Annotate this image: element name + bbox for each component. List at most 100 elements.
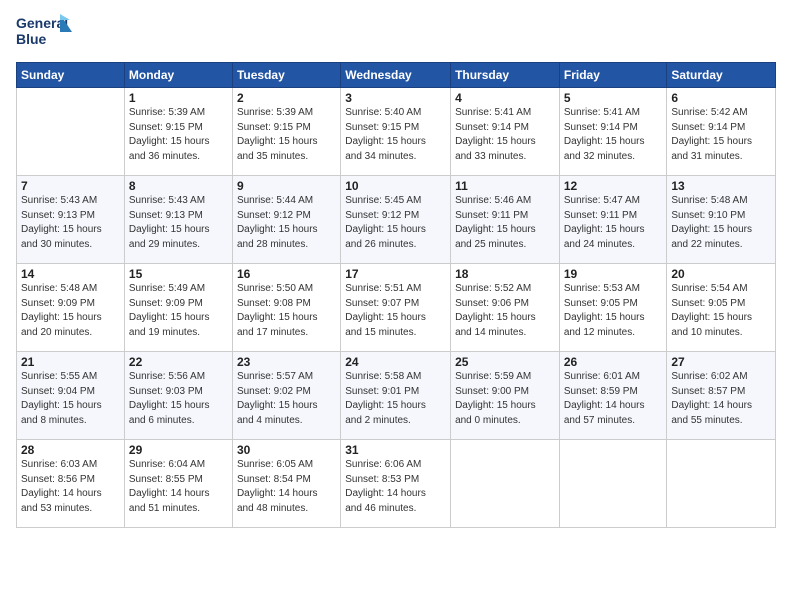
calendar-cell: 22Sunrise: 5:56 AM Sunset: 9:03 PM Dayli… xyxy=(124,352,232,440)
week-row-3: 14Sunrise: 5:48 AM Sunset: 9:09 PM Dayli… xyxy=(17,264,776,352)
day-info: Sunrise: 5:44 AM Sunset: 9:12 PM Dayligh… xyxy=(237,194,336,252)
week-row-2: 7Sunrise: 5:43 AM Sunset: 9:13 PM Daylig… xyxy=(17,176,776,264)
day-info: Sunrise: 5:39 AM Sunset: 9:15 PM Dayligh… xyxy=(237,106,336,164)
calendar-cell: 8Sunrise: 5:43 AM Sunset: 9:13 PM Daylig… xyxy=(124,176,232,264)
day-number: 1 xyxy=(129,91,228,105)
day-info: Sunrise: 5:50 AM Sunset: 9:08 PM Dayligh… xyxy=(237,282,336,340)
calendar-cell: 4Sunrise: 5:41 AM Sunset: 9:14 PM Daylig… xyxy=(451,88,560,176)
day-number: 4 xyxy=(455,91,555,105)
calendar-cell: 29Sunrise: 6:04 AM Sunset: 8:55 PM Dayli… xyxy=(124,440,232,528)
day-number: 26 xyxy=(564,355,663,369)
calendar-cell: 16Sunrise: 5:50 AM Sunset: 9:08 PM Dayli… xyxy=(232,264,340,352)
calendar-cell xyxy=(451,440,560,528)
day-number: 24 xyxy=(345,355,446,369)
day-number: 11 xyxy=(455,179,555,193)
day-info: Sunrise: 5:40 AM Sunset: 9:15 PM Dayligh… xyxy=(345,106,446,164)
day-info: Sunrise: 5:42 AM Sunset: 9:14 PM Dayligh… xyxy=(671,106,771,164)
day-number: 13 xyxy=(671,179,771,193)
day-header-thursday: Thursday xyxy=(451,63,560,88)
day-number: 25 xyxy=(455,355,555,369)
day-number: 14 xyxy=(21,267,120,281)
calendar-cell: 17Sunrise: 5:51 AM Sunset: 9:07 PM Dayli… xyxy=(341,264,451,352)
calendar-cell: 24Sunrise: 5:58 AM Sunset: 9:01 PM Dayli… xyxy=(341,352,451,440)
logo: GeneralBlue xyxy=(16,12,76,54)
day-info: Sunrise: 5:58 AM Sunset: 9:01 PM Dayligh… xyxy=(345,370,446,428)
day-info: Sunrise: 5:51 AM Sunset: 9:07 PM Dayligh… xyxy=(345,282,446,340)
svg-text:Blue: Blue xyxy=(16,31,47,47)
day-header-tuesday: Tuesday xyxy=(232,63,340,88)
day-info: Sunrise: 5:54 AM Sunset: 9:05 PM Dayligh… xyxy=(671,282,771,340)
week-row-4: 21Sunrise: 5:55 AM Sunset: 9:04 PM Dayli… xyxy=(17,352,776,440)
day-info: Sunrise: 6:01 AM Sunset: 8:59 PM Dayligh… xyxy=(564,370,663,428)
day-header-saturday: Saturday xyxy=(667,63,776,88)
calendar-cell: 15Sunrise: 5:49 AM Sunset: 9:09 PM Dayli… xyxy=(124,264,232,352)
day-info: Sunrise: 6:05 AM Sunset: 8:54 PM Dayligh… xyxy=(237,458,336,516)
day-info: Sunrise: 6:04 AM Sunset: 8:55 PM Dayligh… xyxy=(129,458,228,516)
logo-icon: GeneralBlue xyxy=(16,12,76,54)
day-number: 19 xyxy=(564,267,663,281)
day-number: 23 xyxy=(237,355,336,369)
day-info: Sunrise: 5:47 AM Sunset: 9:11 PM Dayligh… xyxy=(564,194,663,252)
day-number: 7 xyxy=(21,179,120,193)
calendar-cell xyxy=(559,440,667,528)
day-info: Sunrise: 5:52 AM Sunset: 9:06 PM Dayligh… xyxy=(455,282,555,340)
calendar-table: SundayMondayTuesdayWednesdayThursdayFrid… xyxy=(16,62,776,528)
day-number: 12 xyxy=(564,179,663,193)
day-info: Sunrise: 6:06 AM Sunset: 8:53 PM Dayligh… xyxy=(345,458,446,516)
day-info: Sunrise: 5:41 AM Sunset: 9:14 PM Dayligh… xyxy=(455,106,555,164)
day-header-monday: Monday xyxy=(124,63,232,88)
calendar-cell: 28Sunrise: 6:03 AM Sunset: 8:56 PM Dayli… xyxy=(17,440,125,528)
day-header-friday: Friday xyxy=(559,63,667,88)
calendar-cell: 27Sunrise: 6:02 AM Sunset: 8:57 PM Dayli… xyxy=(667,352,776,440)
day-number: 8 xyxy=(129,179,228,193)
day-info: Sunrise: 5:46 AM Sunset: 9:11 PM Dayligh… xyxy=(455,194,555,252)
page-container: GeneralBlue SundayMondayTuesdayWednesday… xyxy=(0,0,792,536)
day-info: Sunrise: 6:02 AM Sunset: 8:57 PM Dayligh… xyxy=(671,370,771,428)
calendar-cell: 31Sunrise: 6:06 AM Sunset: 8:53 PM Dayli… xyxy=(341,440,451,528)
day-number: 5 xyxy=(564,91,663,105)
day-info: Sunrise: 5:43 AM Sunset: 9:13 PM Dayligh… xyxy=(21,194,120,252)
day-number: 9 xyxy=(237,179,336,193)
calendar-cell: 26Sunrise: 6:01 AM Sunset: 8:59 PM Dayli… xyxy=(559,352,667,440)
day-header-row: SundayMondayTuesdayWednesdayThursdayFrid… xyxy=(17,63,776,88)
day-number: 28 xyxy=(21,443,120,457)
calendar-cell: 18Sunrise: 5:52 AM Sunset: 9:06 PM Dayli… xyxy=(451,264,560,352)
day-number: 22 xyxy=(129,355,228,369)
day-info: Sunrise: 5:45 AM Sunset: 9:12 PM Dayligh… xyxy=(345,194,446,252)
calendar-cell: 20Sunrise: 5:54 AM Sunset: 9:05 PM Dayli… xyxy=(667,264,776,352)
day-info: Sunrise: 5:41 AM Sunset: 9:14 PM Dayligh… xyxy=(564,106,663,164)
calendar-cell: 23Sunrise: 5:57 AM Sunset: 9:02 PM Dayli… xyxy=(232,352,340,440)
day-header-sunday: Sunday xyxy=(17,63,125,88)
day-number: 2 xyxy=(237,91,336,105)
calendar-cell: 3Sunrise: 5:40 AM Sunset: 9:15 PM Daylig… xyxy=(341,88,451,176)
day-number: 30 xyxy=(237,443,336,457)
day-number: 15 xyxy=(129,267,228,281)
day-number: 16 xyxy=(237,267,336,281)
week-row-5: 28Sunrise: 6:03 AM Sunset: 8:56 PM Dayli… xyxy=(17,440,776,528)
calendar-cell: 14Sunrise: 5:48 AM Sunset: 9:09 PM Dayli… xyxy=(17,264,125,352)
calendar-cell xyxy=(667,440,776,528)
day-info: Sunrise: 5:39 AM Sunset: 9:15 PM Dayligh… xyxy=(129,106,228,164)
day-number: 17 xyxy=(345,267,446,281)
day-info: Sunrise: 5:43 AM Sunset: 9:13 PM Dayligh… xyxy=(129,194,228,252)
day-number: 21 xyxy=(21,355,120,369)
day-number: 29 xyxy=(129,443,228,457)
day-info: Sunrise: 5:48 AM Sunset: 9:10 PM Dayligh… xyxy=(671,194,771,252)
calendar-cell: 5Sunrise: 5:41 AM Sunset: 9:14 PM Daylig… xyxy=(559,88,667,176)
calendar-cell: 21Sunrise: 5:55 AM Sunset: 9:04 PM Dayli… xyxy=(17,352,125,440)
calendar-cell: 1Sunrise: 5:39 AM Sunset: 9:15 PM Daylig… xyxy=(124,88,232,176)
day-number: 18 xyxy=(455,267,555,281)
calendar-cell: 13Sunrise: 5:48 AM Sunset: 9:10 PM Dayli… xyxy=(667,176,776,264)
calendar-cell: 25Sunrise: 5:59 AM Sunset: 9:00 PM Dayli… xyxy=(451,352,560,440)
day-info: Sunrise: 5:59 AM Sunset: 9:00 PM Dayligh… xyxy=(455,370,555,428)
calendar-cell: 30Sunrise: 6:05 AM Sunset: 8:54 PM Dayli… xyxy=(232,440,340,528)
calendar-cell: 9Sunrise: 5:44 AM Sunset: 9:12 PM Daylig… xyxy=(232,176,340,264)
calendar-cell: 12Sunrise: 5:47 AM Sunset: 9:11 PM Dayli… xyxy=(559,176,667,264)
day-info: Sunrise: 5:56 AM Sunset: 9:03 PM Dayligh… xyxy=(129,370,228,428)
calendar-cell: 10Sunrise: 5:45 AM Sunset: 9:12 PM Dayli… xyxy=(341,176,451,264)
day-number: 3 xyxy=(345,91,446,105)
day-number: 27 xyxy=(671,355,771,369)
calendar-cell: 6Sunrise: 5:42 AM Sunset: 9:14 PM Daylig… xyxy=(667,88,776,176)
day-info: Sunrise: 5:55 AM Sunset: 9:04 PM Dayligh… xyxy=(21,370,120,428)
calendar-cell: 2Sunrise: 5:39 AM Sunset: 9:15 PM Daylig… xyxy=(232,88,340,176)
